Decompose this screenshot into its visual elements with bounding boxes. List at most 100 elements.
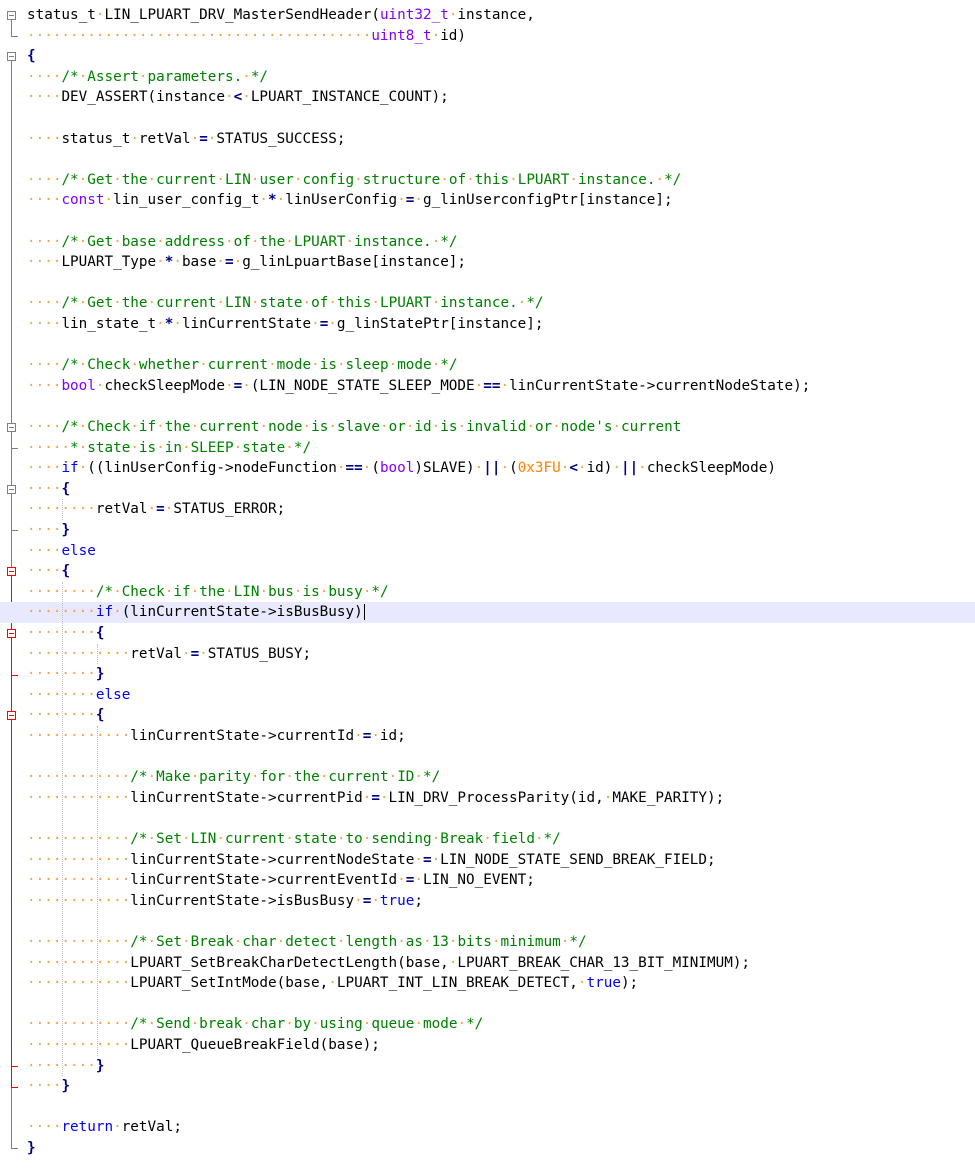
- code-line[interactable]: [0, 747, 975, 768]
- code-line[interactable]: ····bool·checkSleepMode·=·(LIN_NODE_STAT…: [0, 376, 975, 397]
- code-line[interactable]: ············LPUART_SetBreakCharDetectLen…: [0, 953, 975, 974]
- code-text[interactable]: status_t·LIN_LPUART_DRV_MasterSendHeader…: [27, 5, 535, 26]
- code-text[interactable]: ····}: [27, 520, 70, 541]
- code-line[interactable]: ····LPUART_Type·*·base·=·g_linLpuartBase…: [0, 252, 975, 273]
- code-text[interactable]: ········else: [27, 685, 130, 706]
- code-editor[interactable]: status_t·LIN_LPUART_DRV_MasterSendHeader…: [0, 0, 975, 1169]
- code-line[interactable]: ····}: [0, 1076, 975, 1097]
- code-line[interactable]: ····/*·Get·the·current·LIN·state·of·this…: [0, 293, 975, 314]
- code-text[interactable]: ············linCurrentState->currentEven…: [27, 870, 535, 891]
- code-text[interactable]: ············linCurrentState->currentNode…: [27, 850, 716, 871]
- code-text[interactable]: ····/*·Check·whether·current·mode·is·sle…: [27, 355, 457, 376]
- code-line[interactable]: ············linCurrentState->currentNode…: [0, 850, 975, 871]
- code-text[interactable]: ········/*·Check·if·the·LIN·bus·is·busy·…: [27, 582, 389, 603]
- code-text[interactable]: ············linCurrentState->currentPid·…: [27, 788, 724, 809]
- code-line[interactable]: [0, 994, 975, 1015]
- code-text[interactable]: ············/*·Send·break·char·by·using·…: [27, 1014, 483, 1035]
- code-text[interactable]: ········retVal·=·STATUS_ERROR;: [27, 499, 285, 520]
- code-text[interactable]: ············linCurrentState->isBusBusy·=…: [27, 891, 423, 912]
- code-line[interactable]: ····{: [0, 479, 975, 500]
- code-line[interactable]: ····status_t·retVal·=·STATUS_SUCCESS;: [0, 129, 975, 150]
- code-line[interactable]: [0, 211, 975, 232]
- code-line[interactable]: [0, 149, 975, 170]
- code-text[interactable]: ············/*·Set·LIN·current·state·to·…: [27, 829, 561, 850]
- code-line[interactable]: ············LPUART_QueueBreakField(base)…: [0, 1035, 975, 1056]
- code-line[interactable]: status_t·LIN_LPUART_DRV_MasterSendHeader…: [0, 5, 975, 26]
- code-text[interactable]: ········{: [27, 623, 104, 644]
- code-text[interactable]: ····return·retVal;: [27, 1117, 182, 1138]
- code-text[interactable]: ····const·lin_user_config_t·*·linUserCon…: [27, 190, 673, 211]
- code-line[interactable]: [0, 911, 975, 932]
- code-line[interactable]: ····/*·Check·if·the·current·node·is·slav…: [0, 417, 975, 438]
- code-line[interactable]: ············linCurrentState->currentEven…: [0, 870, 975, 891]
- code-text[interactable]: ·····*·state·is·in·SLEEP·state·*/: [27, 438, 311, 459]
- code-text[interactable]: ····status_t·retVal·=·STATUS_SUCCESS;: [27, 129, 346, 150]
- code-text[interactable]: ····{: [27, 561, 70, 582]
- code-line[interactable]: ········································…: [0, 26, 975, 47]
- code-text[interactable]: ····/*·Get·the·current·LIN·state·of·this…: [27, 293, 544, 314]
- code-line[interactable]: [0, 396, 975, 417]
- code-line[interactable]: ····/*·Get·the·current·LIN·user·config·s…: [0, 170, 975, 191]
- code-line[interactable]: ····/*·Get·base·address·of·the·LPUART·in…: [0, 232, 975, 253]
- code-text[interactable]: ············linCurrentState->currentId·=…: [27, 726, 406, 747]
- code-text[interactable]: ············/*·Set·Break·char·detect·len…: [27, 932, 587, 953]
- code-text[interactable]: ····lin_state_t·*·linCurrentState·=·g_li…: [27, 314, 544, 335]
- code-text[interactable]: ····DEV_ASSERT(instance·<·LPUART_INSTANC…: [27, 87, 449, 108]
- code-line[interactable]: ····return·retVal;: [0, 1117, 975, 1138]
- code-text[interactable]: ····/*·Assert·parameters.·*/: [27, 67, 268, 88]
- code-text[interactable]: ············retVal·=·STATUS_BUSY;: [27, 644, 311, 665]
- code-text[interactable]: ············LPUART_QueueBreakField(base)…: [27, 1035, 380, 1056]
- code-line[interactable]: ········/*·Check·if·the·LIN·bus·is·busy·…: [0, 582, 975, 603]
- code-line[interactable]: ····const·lin_user_config_t·*·linUserCon…: [0, 190, 975, 211]
- code-line[interactable]: [0, 108, 975, 129]
- code-text[interactable]: ····/*·Get·base·address·of·the·LPUART·in…: [27, 232, 457, 253]
- code-line[interactable]: ····lin_state_t·*·linCurrentState·=·g_li…: [0, 314, 975, 335]
- code-text[interactable]: ····/*·Check·if·the·current·node·is·slav…: [27, 417, 681, 438]
- code-line[interactable]: ········{: [0, 705, 975, 726]
- code-line[interactable]: [0, 335, 975, 356]
- code-text[interactable]: ········{: [27, 705, 104, 726]
- code-line[interactable]: ········{: [0, 623, 975, 644]
- code-text[interactable]: ····/*·Get·the·current·LIN·user·config·s…: [27, 170, 681, 191]
- code-line[interactable]: ····if·((linUserConfig->nodeFunction·==·…: [0, 458, 975, 479]
- code-text[interactable]: }: [27, 1138, 36, 1159]
- code-line[interactable]: ·····*·state·is·in·SLEEP·state·*/: [0, 438, 975, 459]
- code-line[interactable]: ····{: [0, 561, 975, 582]
- code-line[interactable]: ····}: [0, 520, 975, 541]
- code-line[interactable]: [0, 1097, 975, 1118]
- code-line[interactable]: ····else: [0, 541, 975, 562]
- code-text[interactable]: {: [27, 46, 36, 67]
- code-line[interactable]: ············linCurrentState->isBusBusy·=…: [0, 891, 975, 912]
- code-text[interactable]: ············LPUART_SetIntMode(base,·LPUA…: [27, 973, 638, 994]
- code-text[interactable]: ····}: [27, 1076, 70, 1097]
- code-line[interactable]: ········}: [0, 1056, 975, 1077]
- code-line[interactable]: ············/*·Send·break·char·by·using·…: [0, 1014, 975, 1035]
- code-line[interactable]: ············LPUART_SetIntMode(base,·LPUA…: [0, 973, 975, 994]
- code-text[interactable]: ····{: [27, 479, 70, 500]
- current-code-line[interactable]: ········if·(linCurrentState->isBusBusy): [0, 602, 975, 623]
- code-text[interactable]: ········································…: [27, 26, 466, 47]
- code-text[interactable]: ····else: [27, 541, 96, 562]
- code-text[interactable]: ····if·((linUserConfig->nodeFunction·==·…: [27, 458, 776, 479]
- code-line[interactable]: ········retVal·=·STATUS_ERROR;: [0, 499, 975, 520]
- code-line[interactable]: }: [0, 1138, 975, 1159]
- code-line[interactable]: ········}: [0, 664, 975, 685]
- code-line[interactable]: ············linCurrentState->currentId·=…: [0, 726, 975, 747]
- code-text[interactable]: ············LPUART_SetBreakCharDetectLen…: [27, 953, 750, 974]
- code-text[interactable]: ············/*·Make·parity·for·the·curre…: [27, 767, 440, 788]
- code-line[interactable]: ············/*·Set·Break·char·detect·len…: [0, 932, 975, 953]
- code-line[interactable]: ····/*·Check·whether·current·mode·is·sle…: [0, 355, 975, 376]
- code-text[interactable]: ········}: [27, 664, 104, 685]
- code-text[interactable]: ····LPUART_Type·*·base·=·g_linLpuartBase…: [27, 252, 466, 273]
- code-line[interactable]: [0, 808, 975, 829]
- code-text[interactable]: ····bool·checkSleepMode·=·(LIN_NODE_STAT…: [27, 376, 810, 397]
- code-line[interactable]: [0, 273, 975, 294]
- code-line[interactable]: ············linCurrentState->currentPid·…: [0, 788, 975, 809]
- code-line[interactable]: ············retVal·=·STATUS_BUSY;: [0, 644, 975, 665]
- code-text[interactable]: ········if·(linCurrentState->isBusBusy): [27, 602, 365, 623]
- code-line[interactable]: ········else: [0, 685, 975, 706]
- code-line[interactable]: {: [0, 46, 975, 67]
- code-line[interactable]: ············/*·Make·parity·for·the·curre…: [0, 767, 975, 788]
- code-line[interactable]: ····/*·Assert·parameters.·*/: [0, 67, 975, 88]
- code-line[interactable]: ····DEV_ASSERT(instance·<·LPUART_INSTANC…: [0, 87, 975, 108]
